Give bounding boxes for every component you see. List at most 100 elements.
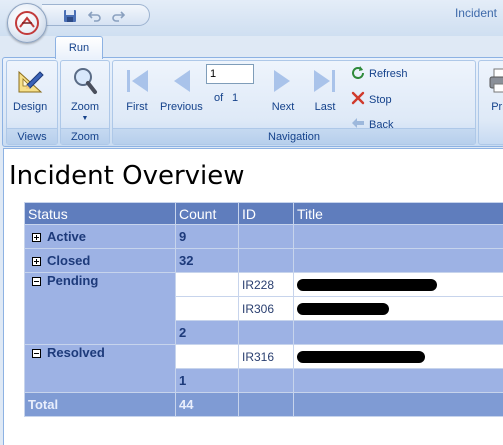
save-icon[interactable] (62, 8, 78, 24)
count-cell (175, 272, 239, 297)
page-number-input[interactable] (206, 64, 254, 84)
report-table: Status Count ID Title Active 9 Closed 32… (24, 202, 503, 417)
table-row: Closed 32 (24, 248, 503, 273)
report-title: Incident Overview (9, 161, 245, 191)
id-cell: IR306 (238, 296, 294, 321)
table-header-row: Status Count ID Title (24, 202, 503, 225)
refresh-icon (351, 65, 365, 82)
title-cell (293, 368, 503, 393)
collapse-icon[interactable] (32, 349, 41, 358)
views-group: Design Views (6, 60, 58, 145)
title-cell (293, 248, 503, 273)
id-cell (238, 368, 294, 393)
last-page-button[interactable]: Last (309, 65, 341, 113)
print-group: Prin (478, 60, 503, 145)
print-label: Prin (491, 101, 503, 113)
column-header-status: Status (24, 202, 176, 225)
of-label: of (214, 92, 224, 104)
previous-page-button[interactable]: Previous (160, 65, 203, 113)
id-cell (238, 248, 294, 273)
group-cell-pending: Pending (24, 272, 176, 345)
window-title: Incident (454, 6, 497, 20)
undo-icon[interactable] (87, 8, 103, 24)
first-page-button[interactable]: First (121, 65, 153, 113)
zoom-group-label: Zoom (61, 128, 109, 144)
title-bar: Incident (0, 0, 503, 43)
id-cell (238, 320, 294, 345)
next-page-icon (267, 65, 299, 97)
next-label: Next (271, 101, 295, 113)
table-row: Resolved IR316 (24, 344, 503, 393)
redo-icon[interactable] (110, 8, 126, 24)
redacted-title (297, 279, 437, 292)
next-page-button[interactable]: Next (267, 65, 299, 113)
stop-label: Stop (369, 93, 392, 106)
first-label: First (126, 101, 148, 113)
design-label: Design (13, 101, 48, 113)
zoom-button[interactable]: Zoom ▼ (69, 65, 101, 122)
total-count: 44 (175, 392, 239, 417)
views-group-label: Views (7, 128, 57, 144)
last-label: Last (314, 101, 336, 113)
navigation-group: First Previous of 1 Next Last Refresh St… (112, 60, 476, 145)
count-cell: 9 (175, 224, 239, 249)
stop-icon (351, 91, 365, 108)
total-row: Total 44 (24, 392, 503, 417)
total-label: Total (24, 392, 176, 417)
group-cell-active: Active (24, 224, 176, 249)
zoom-label: Zoom (70, 101, 100, 113)
refresh-label: Refresh (369, 67, 408, 80)
refresh-button[interactable]: Refresh (351, 65, 408, 82)
group-cell-resolved: Resolved (24, 344, 176, 393)
count-cell (175, 296, 239, 321)
id-cell: IR316 (238, 344, 294, 369)
title-cell (293, 224, 503, 249)
title-cell (293, 392, 503, 417)
quick-access-toolbar (42, 4, 150, 26)
subtotal-count-cell: 2 (175, 320, 239, 345)
subtotal-count-cell: 1 (175, 368, 239, 393)
expand-icon[interactable] (32, 233, 41, 242)
status-label: Closed (47, 253, 91, 268)
column-header-title: Title (293, 202, 503, 225)
column-header-id: ID (238, 202, 294, 225)
previous-page-icon (165, 65, 197, 97)
chevron-down-icon: ▼ (81, 115, 89, 122)
title-cell (293, 320, 503, 345)
navigation-group-label: Navigation (113, 128, 475, 144)
status-label: Resolved (47, 345, 105, 360)
id-cell (238, 392, 294, 417)
redacted-title (297, 303, 389, 316)
print-icon (485, 65, 503, 97)
report-viewer: Incident Overview Status Count ID Title … (3, 148, 503, 445)
first-page-icon (121, 65, 153, 97)
table-row: Pending IR228 (24, 272, 503, 345)
zoom-icon (69, 65, 101, 97)
title-cell (293, 296, 503, 321)
print-button[interactable]: Prin (485, 65, 503, 113)
count-cell (175, 344, 239, 369)
group-cell-closed: Closed (24, 248, 176, 273)
status-label: Pending (47, 273, 99, 288)
stop-button[interactable]: Stop (351, 91, 392, 108)
status-label: Active (47, 229, 87, 244)
redacted-title (297, 351, 425, 364)
design-button[interactable]: Design (13, 65, 47, 113)
id-cell (238, 224, 294, 249)
zoom-group: Zoom ▼ Zoom (60, 60, 110, 145)
count-cell: 32 (175, 248, 239, 273)
office-orb-icon[interactable] (7, 3, 47, 43)
collapse-icon[interactable] (32, 277, 41, 286)
title-cell (293, 344, 503, 369)
tab-run[interactable]: Run (55, 36, 103, 59)
last-page-icon (309, 65, 341, 97)
title-cell (293, 272, 503, 297)
previous-label: Previous (160, 101, 203, 113)
design-icon (14, 65, 46, 97)
column-header-count: Count (175, 202, 239, 225)
ribbon-tabstrip: Run (0, 36, 503, 59)
table-row: Active 9 (24, 224, 503, 249)
expand-icon[interactable] (32, 257, 41, 266)
total-pages: 1 (232, 92, 239, 104)
id-cell: IR228 (238, 272, 294, 297)
